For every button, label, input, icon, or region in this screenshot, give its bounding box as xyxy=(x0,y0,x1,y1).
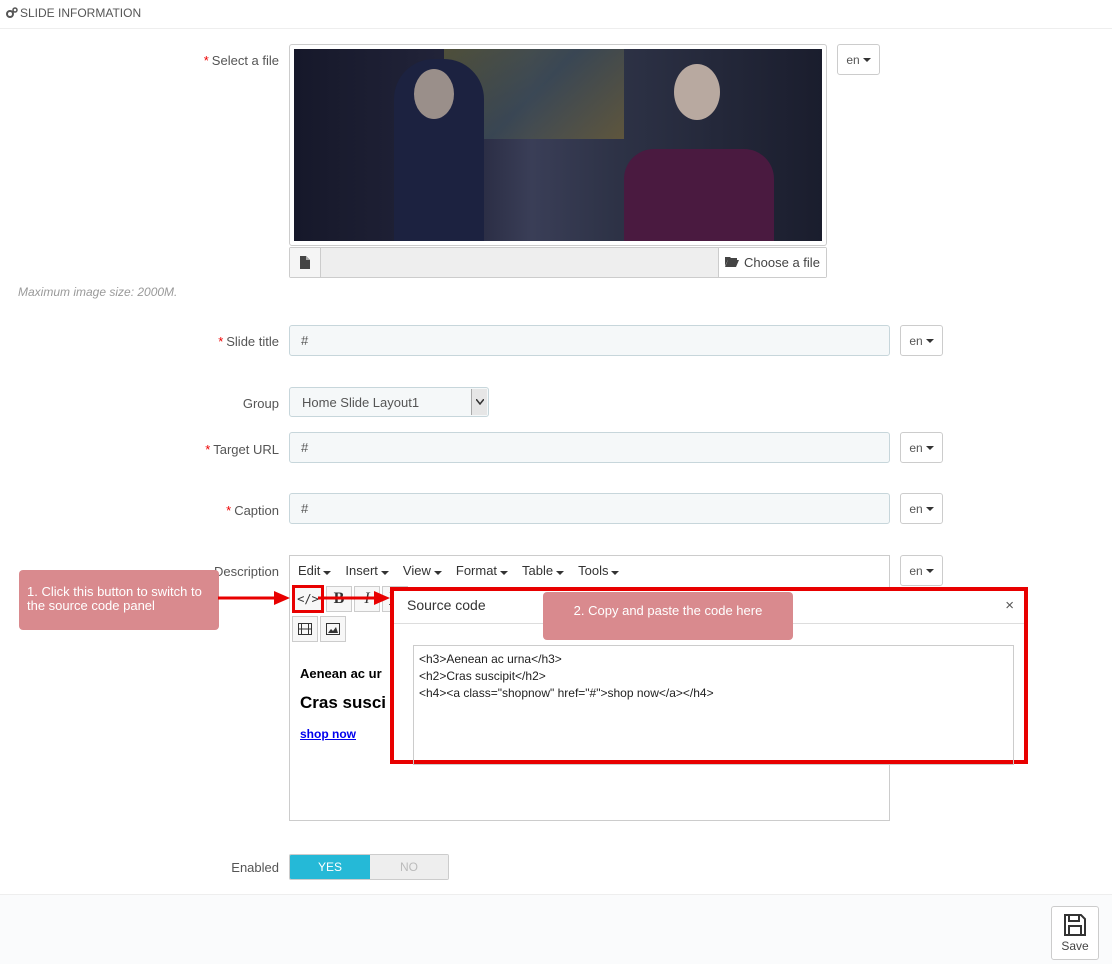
editor-content[interactable]: Aenean ac ur Cras susci shop now xyxy=(300,656,386,741)
file-lang-dropdown[interactable]: en xyxy=(837,44,880,75)
editor-toolbar-2 xyxy=(290,616,346,644)
group-select[interactable]: Home Slide Layout1 xyxy=(289,387,489,417)
caption-input[interactable]: # xyxy=(289,493,890,524)
chevron-down-icon xyxy=(471,389,487,415)
media-button[interactable] xyxy=(292,616,318,642)
group-label: Group xyxy=(242,396,279,411)
image-icon xyxy=(326,623,340,635)
annotation-arrows xyxy=(218,591,390,605)
slide-title-label: * Slide title xyxy=(218,334,279,349)
content-h3: Aenean ac ur xyxy=(300,666,382,681)
menu-table[interactable]: Table xyxy=(522,563,565,578)
panel-title: SLIDE INFORMATION xyxy=(20,6,142,20)
menu-view[interactable]: View xyxy=(403,563,442,578)
image-button[interactable] xyxy=(320,616,346,642)
panel-heading: SLIDE INFORMATION xyxy=(0,0,1112,29)
description-lang-dropdown[interactable]: en xyxy=(900,555,943,586)
toggle-no[interactable]: NO xyxy=(370,855,448,879)
enabled-label: Enabled xyxy=(231,860,279,875)
caption-lang-dropdown[interactable]: en xyxy=(900,493,943,524)
target-url-label: * Target URL xyxy=(205,442,279,457)
film-icon xyxy=(298,623,312,635)
menu-edit[interactable]: Edit xyxy=(298,563,332,578)
enabled-toggle[interactable]: YES NO xyxy=(289,854,449,880)
file-label: * Select a file xyxy=(203,53,279,68)
folder-open-icon xyxy=(725,255,740,270)
source-code-textarea[interactable]: <h3>Aenean ac urna</h3> <h2>Cras suscipit… xyxy=(413,645,1014,765)
content-h2: Cras susci xyxy=(300,693,386,712)
panel-footer xyxy=(0,894,1112,964)
save-icon xyxy=(1064,914,1086,936)
file-icon xyxy=(290,248,321,277)
close-icon[interactable]: × xyxy=(1005,597,1014,614)
menu-tools[interactable]: Tools xyxy=(578,563,620,578)
menu-insert[interactable]: Insert xyxy=(345,563,389,578)
save-button[interactable]: Save xyxy=(1051,906,1099,960)
dialog-title: Source code xyxy=(407,597,486,613)
slide-image xyxy=(294,49,822,241)
content-shop-link[interactable]: shop now xyxy=(300,727,386,741)
slide-title-lang-dropdown[interactable]: en xyxy=(900,325,943,356)
file-input[interactable]: Choose a file xyxy=(289,247,827,278)
cogs-icon xyxy=(6,7,18,22)
caption-label: * Caption xyxy=(226,503,279,518)
callout-step-1: 1. Click this button to switch to the so… xyxy=(19,570,219,630)
choose-file-button[interactable]: Choose a file xyxy=(718,248,826,277)
target-url-lang-dropdown[interactable]: en xyxy=(900,432,943,463)
target-url-input[interactable]: # xyxy=(289,432,890,463)
image-preview xyxy=(289,44,827,246)
callout-step-2: 2. Copy and paste the code here xyxy=(543,592,793,640)
editor-menubar: Edit Insert View Format Table Tools xyxy=(290,556,889,584)
slide-title-input[interactable]: # xyxy=(289,325,890,356)
menu-format[interactable]: Format xyxy=(456,563,509,578)
toggle-yes[interactable]: YES xyxy=(290,855,370,879)
max-size-hint: Maximum image size: 2000M. xyxy=(18,285,178,299)
